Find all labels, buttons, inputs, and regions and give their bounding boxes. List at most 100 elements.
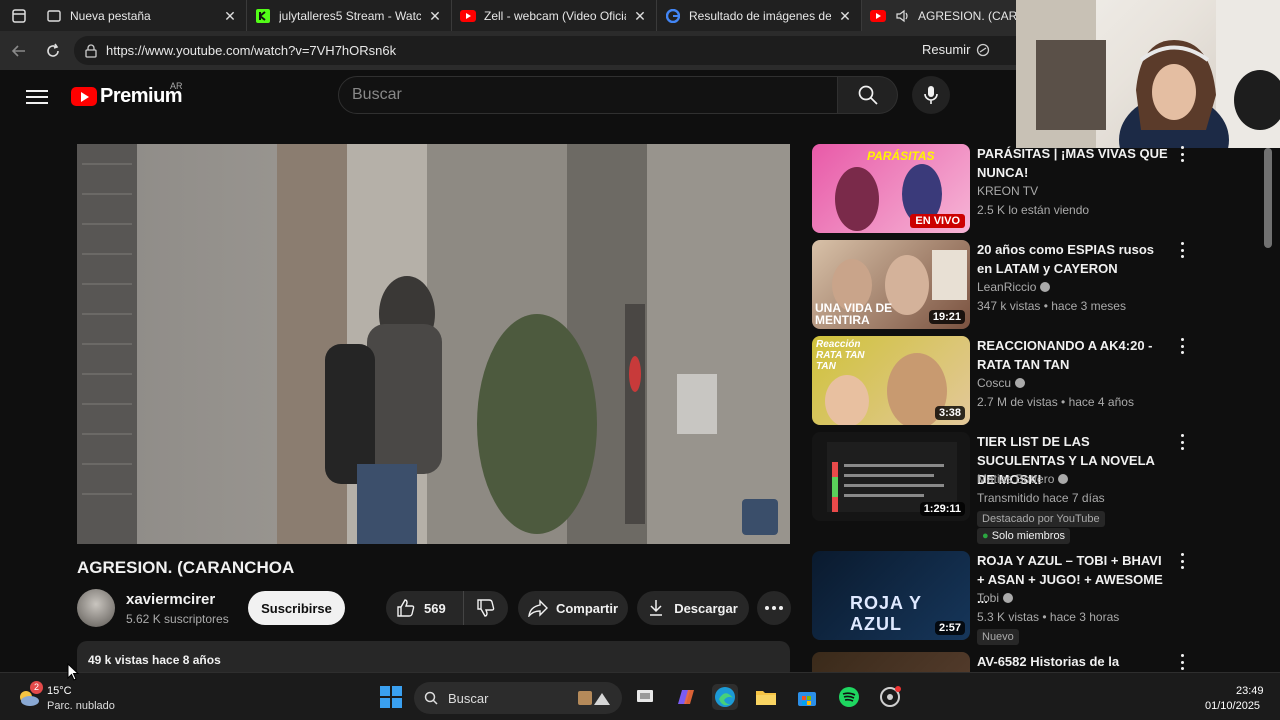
more-vertical-icon[interactable] — [1174, 146, 1190, 162]
featured-badge: Destacado por YouTube — [977, 511, 1105, 527]
close-tab-icon[interactable]: ✕ — [222, 8, 238, 24]
more-vertical-icon[interactable] — [1174, 654, 1190, 670]
edge-app[interactable] — [712, 684, 738, 710]
summarize-button[interactable]: Resumir — [922, 42, 990, 57]
clock-date[interactable]: 01/10/2025 — [1205, 700, 1260, 712]
close-tab-icon[interactable]: ✕ — [427, 8, 443, 24]
weather-widget[interactable]: 2 — [16, 681, 43, 709]
recommendation-channel[interactable]: Tobi — [977, 591, 1014, 605]
recommendation-title[interactable]: PARÁSITAS | ¡MAS VIVAS QUE NUNCA! — [977, 144, 1172, 182]
recommendation-item[interactable]: ROJA Y AZUL 2:57 ROJA Y AZUL – TOBI + BH… — [812, 551, 1212, 645]
clock-time[interactable]: 23:49 — [1236, 685, 1264, 697]
share-icon — [528, 599, 548, 617]
like-dislike-group: 569 — [386, 591, 508, 625]
recommendation-item[interactable]: Reacción RATA TAN TAN 3:38 REACCIONANDO … — [812, 336, 1212, 428]
close-tab-icon[interactable]: ✕ — [632, 8, 648, 24]
browser-tab[interactable]: Nueva pestaña ✕ — [38, 0, 247, 31]
recommendation-title[interactable]: 20 años como ESPIAS rusos en LATAM y CAY… — [977, 240, 1172, 278]
recommendation-channel[interactable]: KREON TV — [977, 184, 1038, 198]
edge-browser-icon — [715, 687, 735, 707]
folder-icon — [756, 691, 776, 705]
more-vertical-icon[interactable] — [1174, 242, 1190, 258]
subscriber-count: 5.62 K suscriptores — [126, 612, 229, 626]
video-thumbnail[interactable]: UNA VIDA DE MENTIRA 19:21 — [812, 240, 970, 329]
video-frame-image — [77, 144, 790, 544]
more-vertical-icon[interactable] — [1174, 434, 1190, 450]
share-button[interactable]: Compartir — [518, 591, 628, 625]
menu-icon[interactable] — [26, 86, 48, 108]
video-thumbnail[interactable]: PARÁSITAS EN VIVO — [812, 144, 970, 233]
site-info-icon[interactable] — [84, 43, 98, 58]
browser-tab[interactable]: Resultado de imágenes de Go ✕ — [657, 0, 862, 31]
recommendation-item[interactable]: UNA VIDA DE MENTIRA 19:21 20 años como E… — [812, 240, 1212, 332]
recommendation-channel[interactable]: Coscu — [977, 376, 1026, 390]
more-vertical-icon[interactable] — [1174, 338, 1190, 354]
recommendation-title[interactable]: AV-6582 Historias de la — [977, 652, 1172, 671]
search-button[interactable] — [838, 76, 898, 114]
channel-name: Coscu — [977, 376, 1012, 390]
recommendation-meta: Transmitido hace 7 días — [977, 491, 1105, 505]
tab-actions-button[interactable] — [0, 0, 38, 31]
video-thumbnail[interactable]: ROJA Y AZUL 2:57 — [812, 551, 970, 640]
video-player[interactable] — [77, 144, 790, 544]
video-duration: 3:38 — [934, 406, 965, 420]
windows-logo-icon — [380, 686, 402, 708]
browser-tab-active[interactable]: AGRESION. (CARAN — [862, 0, 1042, 31]
voice-search-button[interactable] — [912, 76, 950, 114]
recommendation-item[interactable]: 1:29:11 TIER LIST DE LAS SUCULENTAS Y LA… — [812, 432, 1212, 544]
task-view-button[interactable] — [632, 684, 658, 710]
sidebar-scrollbar[interactable] — [1264, 148, 1272, 248]
browser-tab[interactable]: Zell - webcam (Video Oficial) ✕ — [452, 0, 657, 31]
youtube-logo[interactable]: Premium AR — [71, 81, 183, 108]
video-thumbnail[interactable]: Reacción RATA TAN TAN 3:38 — [812, 336, 970, 425]
channel-avatar[interactable] — [77, 589, 115, 627]
tab-actions-icon — [12, 8, 26, 23]
recommendation-meta: 347 k vistas • hace 3 meses — [977, 299, 1126, 313]
more-vertical-icon[interactable] — [1174, 553, 1190, 569]
search-placeholder: Buscar — [352, 86, 402, 103]
more-actions-button[interactable] — [757, 591, 791, 625]
kick-icon — [255, 8, 271, 24]
windows-start-button[interactable] — [378, 684, 404, 710]
recommendation-title[interactable]: REACCIONANDO A AK4:20 - RATA TAN TAN — [977, 336, 1172, 374]
search-input[interactable]: Buscar — [338, 76, 838, 114]
speaker-icon[interactable] — [894, 8, 910, 24]
video-thumbnail[interactable]: 1:29:11 — [812, 432, 970, 521]
copilot-app[interactable] — [672, 684, 698, 710]
search-highlight-icon — [578, 691, 610, 705]
obs-icon — [880, 686, 901, 707]
browser-tab[interactable]: julytalleres5 Stream - Watch L ✕ — [247, 0, 452, 31]
close-tab-icon[interactable]: ✕ — [837, 8, 853, 24]
reload-button[interactable] — [36, 34, 70, 68]
video-title: AGRESION. (CARANCHOA — [77, 558, 295, 577]
summarize-label: Resumir — [922, 42, 971, 57]
share-label: Compartir — [555, 600, 619, 616]
screen: Nueva pestaña ✕ julytalleres5 Stream - W… — [0, 0, 1280, 720]
dislike-button[interactable] — [464, 591, 508, 625]
views-and-date: 49 k vistas hace 8 años — [88, 653, 221, 667]
obs-app[interactable] — [877, 684, 903, 710]
weather-temperature: 15°C — [47, 685, 72, 697]
tab-title: Resultado de imágenes de Go — [689, 8, 831, 23]
recommendation-item[interactable]: AV-6582 Historias de la — [812, 652, 1212, 672]
members-only-badge: ● Solo miembros — [977, 528, 1071, 544]
back-button[interactable] — [2, 34, 36, 68]
file-explorer-app[interactable] — [753, 684, 779, 710]
live-badge: EN VIVO — [910, 214, 965, 228]
recommendation-channel[interactable]: Matias Bottero — [977, 472, 1069, 486]
recommendation-meta: 5.3 K vistas • hace 3 horas — [977, 610, 1120, 624]
download-button[interactable]: Descargar — [637, 591, 749, 625]
store-app[interactable] — [794, 684, 820, 710]
spotify-app[interactable] — [836, 684, 862, 710]
taskbar-search[interactable]: Buscar — [414, 682, 622, 714]
like-button[interactable]: 569 — [386, 591, 464, 625]
more-horizontal-icon — [765, 606, 783, 610]
recommendation-channel[interactable]: LeanRiccio — [977, 280, 1051, 294]
video-thumbnail[interactable] — [812, 652, 970, 672]
subscribe-button[interactable]: Suscribirse — [248, 591, 345, 625]
channel-name: KREON TV — [977, 184, 1039, 198]
channel-name[interactable]: xaviermcirer — [126, 591, 215, 608]
recommendation-item[interactable]: PARÁSITAS EN VIVO PARÁSITAS | ¡MAS VIVAS… — [812, 144, 1212, 236]
new-badge: Nuevo — [977, 629, 1019, 645]
webcam-image — [1016, 0, 1280, 148]
